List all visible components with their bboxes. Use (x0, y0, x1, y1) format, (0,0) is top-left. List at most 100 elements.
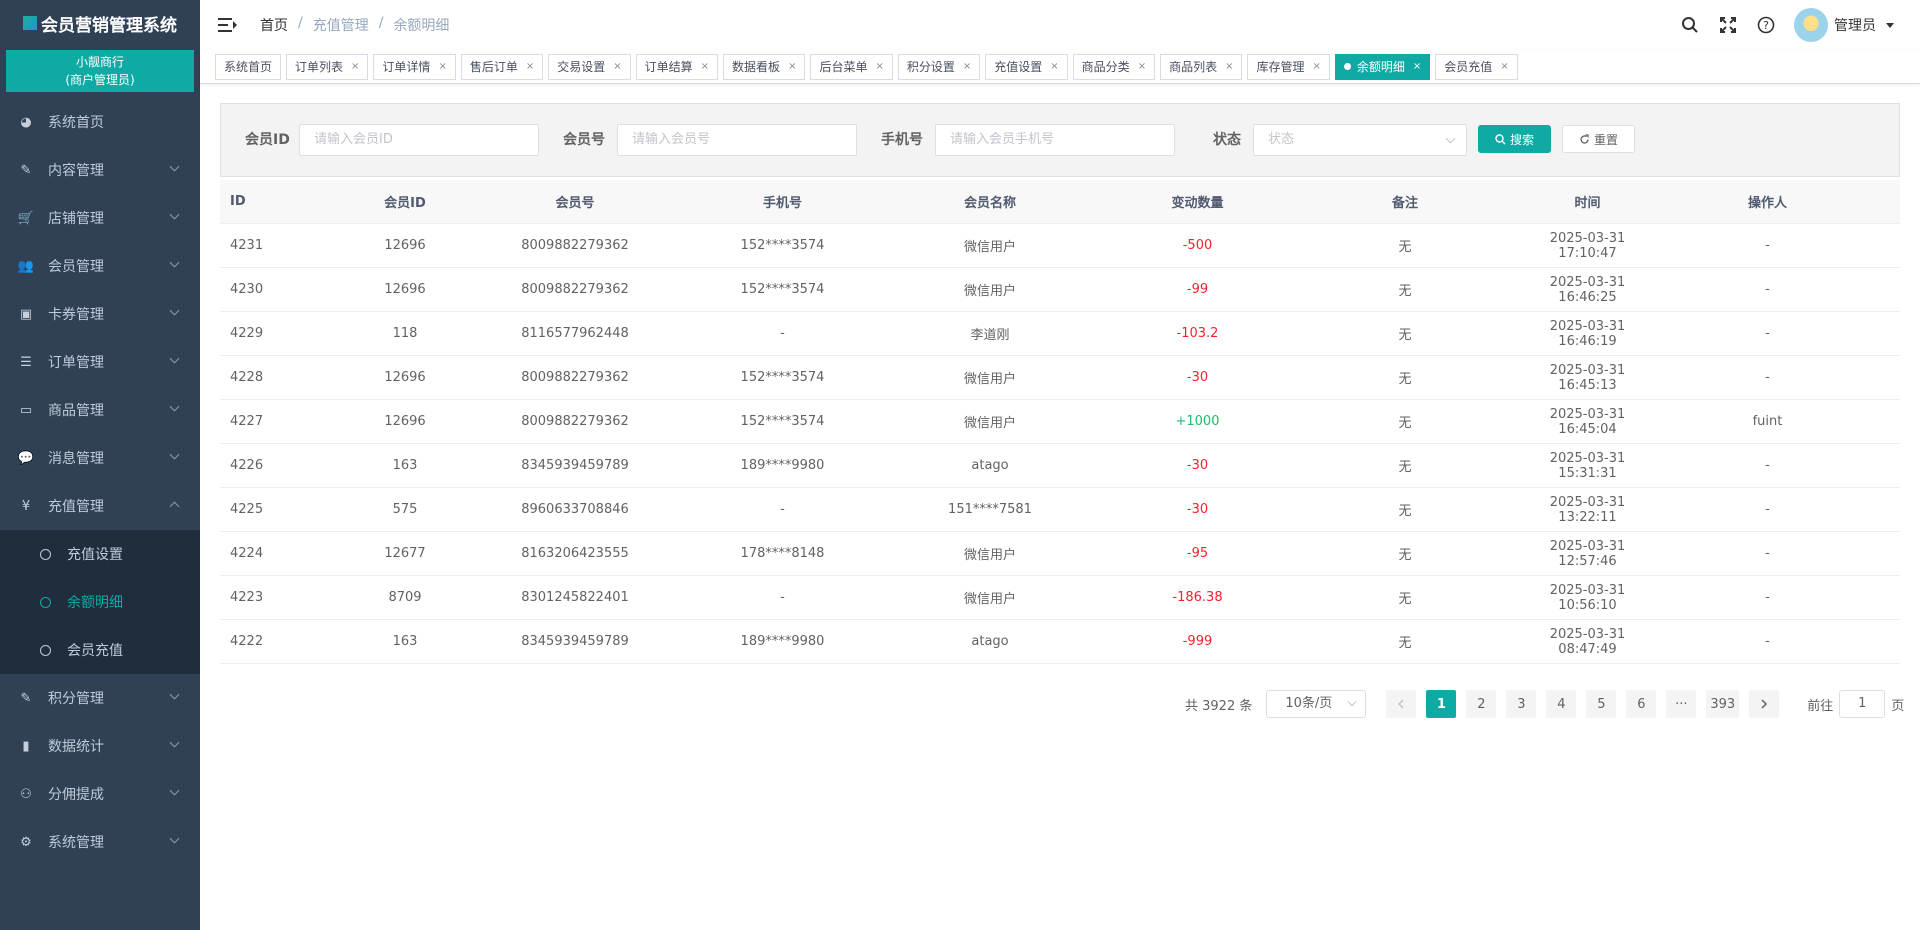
member-no-input[interactable]: 请输入会员号 (617, 124, 857, 156)
page-size-select[interactable]: 10条/页 (1266, 690, 1367, 718)
tab-3[interactable]: 售后订单 × (460, 53, 544, 80)
table-cell: 152****3574 (740, 238, 825, 253)
table-cell: 178****8148 (740, 546, 825, 561)
tab-11[interactable]: 商品列表 × (1160, 53, 1243, 80)
table-cell: - (1765, 590, 1770, 605)
member-id-input[interactable]: 请输入会员ID (299, 124, 539, 156)
close-icon[interactable]: × (701, 61, 709, 72)
avatar[interactable] (1794, 8, 1828, 42)
close-icon[interactable]: × (613, 61, 621, 72)
table-cell: 微信用户 (963, 284, 1016, 299)
close-icon[interactable]: × (526, 61, 534, 72)
more-pages-icon[interactable]: ··· (1666, 690, 1697, 718)
sidebar-item-2[interactable]: ⚇ 分佣提成 (0, 770, 200, 818)
sidebar-item-6[interactable]: ▭ 商品管理 (0, 386, 200, 434)
search-icon[interactable] (1680, 15, 1700, 35)
table-cell: 8709 (388, 590, 422, 605)
page-button[interactable]: 4 (1546, 690, 1577, 718)
sidebar-item-0[interactable]: ◕ 系统首页 (0, 98, 200, 146)
page-button[interactable]: 5 (1586, 690, 1617, 718)
close-icon[interactable]: × (788, 61, 796, 72)
tab-6[interactable]: 数据看板 × (723, 53, 806, 80)
help-icon[interactable]: ? (1756, 15, 1776, 35)
tab-2[interactable]: 订单详情 × (373, 53, 456, 80)
sidebar-item-3[interactable]: 👥 会员管理 (0, 242, 200, 290)
sidebar-submenu-recharge: 充值设置 余额明细 会员充值 (0, 530, 200, 674)
page-button[interactable]: 2 (1466, 690, 1497, 718)
close-icon[interactable]: × (963, 61, 971, 72)
user-menu[interactable]: 管理员 (1794, 8, 1894, 42)
tab-0[interactable]: 系统首页 (215, 53, 282, 80)
sidebar-item-3[interactable]: ⚙ 系统管理 (0, 818, 200, 866)
sidebar-item-7[interactable]: 💬 消息管理 (0, 434, 200, 482)
org-icon: ⚇ (20, 786, 32, 802)
breadcrumb-recharge[interactable]: 充值管理 (313, 15, 369, 35)
sidebar-item-1[interactable]: ▮ 数据统计 (0, 722, 200, 770)
table-row: 4223 8709 8301245822401 - 微信用户 -186.38 无 2025-0… (220, 576, 1900, 620)
tab-14[interactable]: 会员充值 × (1435, 53, 1518, 80)
tab-1[interactable]: 订单列表 × (286, 53, 369, 80)
table-cell: -999 (1182, 634, 1213, 649)
close-icon[interactable]: × (1313, 61, 1321, 72)
prev-page-button[interactable] (1386, 690, 1417, 718)
tab-5[interactable]: 订单结算 × (635, 53, 719, 80)
fullscreen-icon[interactable] (1718, 15, 1738, 35)
table-cell: - (1765, 238, 1770, 253)
close-icon[interactable]: × (1500, 61, 1508, 72)
tab-7[interactable]: 后台菜单 × (810, 53, 893, 80)
table-cell: -30 (1186, 502, 1209, 517)
sidebar-item-label: 系统管理 (48, 835, 104, 851)
message-icon: 💬 (17, 450, 35, 466)
cart-icon: 🛒 (17, 210, 35, 226)
table-cell: -30 (1186, 370, 1209, 385)
store-badge[interactable]: 小靓商行 (商户管理员) (6, 50, 194, 92)
tab-9[interactable]: 充值设置 × (985, 53, 1068, 80)
search-button[interactable]: 搜索 (1478, 125, 1551, 153)
gear-icon: ⚙ (20, 834, 32, 850)
page-button[interactable]: 6 (1626, 690, 1657, 718)
pagination: 共 3922 条 10条/页 1 2 3 4 5 6 ··· 393 前往 1 页 (1185, 690, 1904, 718)
sidebar-item-4[interactable]: ▣ 卡券管理 (0, 290, 200, 338)
next-page-button[interactable] (1749, 690, 1780, 718)
goto-page-input[interactable]: 1 (1839, 690, 1886, 718)
breadcrumb-home[interactable]: 首页 (260, 15, 288, 35)
close-icon[interactable]: × (1225, 61, 1233, 72)
sidebar-item-1[interactable]: ✎ 内容管理 (0, 146, 200, 194)
chevron-down-icon (169, 305, 180, 316)
close-icon[interactable]: × (1050, 61, 1058, 72)
chevron-down-icon (169, 833, 180, 844)
reset-button[interactable]: 重置 (1562, 125, 1635, 153)
chevron-down-icon (169, 401, 180, 412)
sidebar-subitem-2[interactable]: 会员充值 (0, 626, 200, 674)
table-cell: - (1765, 502, 1770, 517)
tab-4[interactable]: 交易设置 × (548, 53, 631, 80)
tab-10[interactable]: 商品分类 × (1072, 53, 1156, 80)
caret-down-icon (1886, 22, 1894, 28)
table-cell: - (1765, 458, 1770, 473)
page-button[interactable]: 1 (1426, 690, 1457, 718)
sidebar-item-5[interactable]: ☰ 订单管理 (0, 338, 200, 386)
phone-input[interactable]: 请输入会员手机号 (935, 124, 1175, 156)
sidebar-item-label: 店铺管理 (48, 211, 104, 227)
sidebar-item-8[interactable]: ¥ 充值管理 (0, 482, 200, 530)
table-row: 4228 12696 8009882279362 152****3574 微信用户 -30… (220, 356, 1900, 400)
close-icon[interactable]: × (1138, 61, 1146, 72)
table-cell: - (780, 502, 785, 517)
hamburger-icon[interactable] (218, 18, 237, 32)
page-button[interactable]: 3 (1506, 690, 1537, 718)
table-cell: 4230 (230, 282, 264, 297)
close-icon[interactable]: × (438, 61, 446, 72)
tab-8[interactable]: 积分设置 × (897, 53, 981, 80)
tab-12[interactable]: 库存管理 × (1247, 53, 1330, 80)
sidebar-subitem-1[interactable]: 余额明细 (0, 578, 200, 626)
tab-13[interactable]: 余额明细 × (1334, 53, 1431, 80)
sidebar-item-0[interactable]: ✎ 积分管理 (0, 674, 200, 722)
table-cell: 163 (392, 634, 418, 649)
close-icon[interactable]: × (351, 61, 359, 72)
close-icon[interactable]: × (875, 61, 883, 72)
page-button[interactable]: 393 (1706, 690, 1740, 718)
sidebar-item-2[interactable]: 🛒 店铺管理 (0, 194, 200, 242)
status-select[interactable]: 状态 (1253, 124, 1467, 156)
sidebar-subitem-0[interactable]: 充值设置 (0, 530, 200, 578)
close-icon[interactable]: × (1413, 61, 1421, 72)
